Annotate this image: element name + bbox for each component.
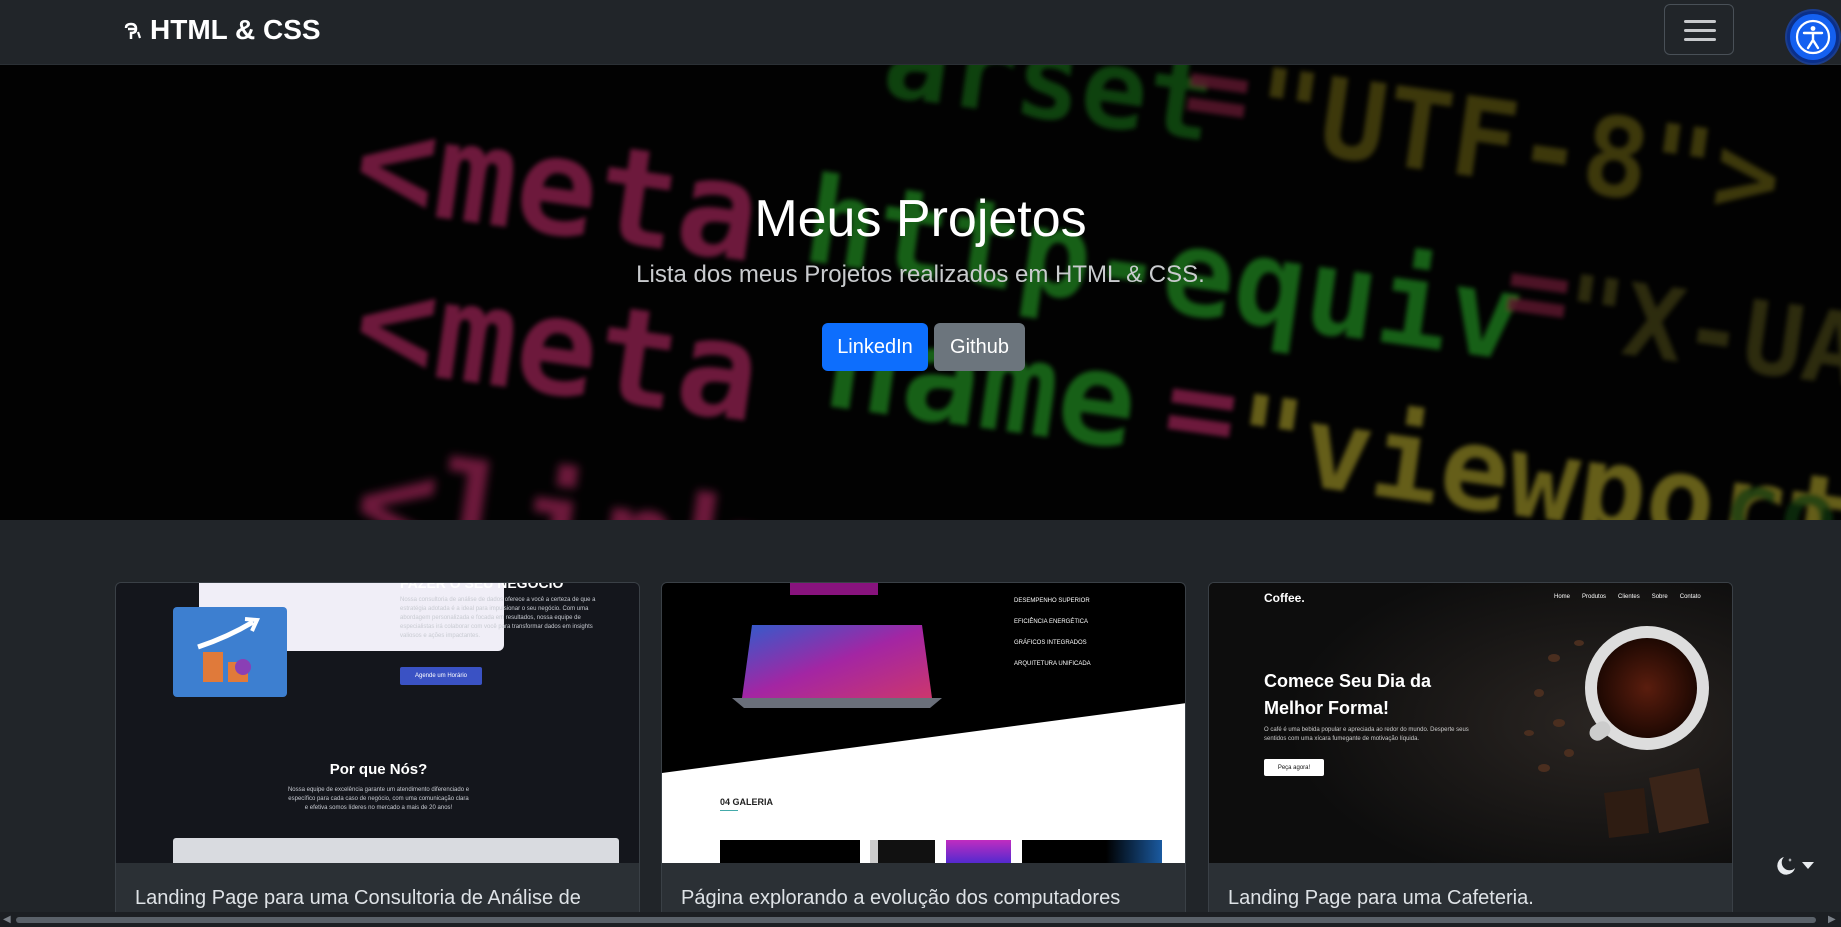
thumb-coffee-text: O café é uma bebida popular e apreciada … — [1264, 727, 1469, 742]
thumb-gallery-underline — [720, 810, 738, 811]
project-card[interactable]: FAZER O SEU NEGÓCIO Nossa consultoria de… — [115, 582, 640, 922]
accessibility-button[interactable] — [1787, 11, 1839, 63]
accessibility-icon — [1795, 19, 1831, 55]
thumb-nav-item: Contato — [1679, 594, 1701, 600]
scrollbar-thumb[interactable] — [16, 917, 1816, 923]
thumb-gallery-image — [870, 840, 935, 863]
thumb-coffee-cta: Peça agora! — [1264, 759, 1324, 776]
menu-icon-bar — [1684, 29, 1716, 32]
thumb-nav-item: Sobre — [1651, 594, 1668, 600]
hero-section: arset = "UTF-8"> <meta http-equiv = "X-U… — [0, 65, 1841, 520]
navbar: HTML & CSS — [0, 0, 1841, 65]
thumb-coffee-scene — [1209, 583, 1732, 863]
scroll-left-arrow-icon[interactable]: ◀ — [3, 914, 11, 925]
project-card[interactable]: DESEMPENHO SUPERIOR EFICIÊNCIA ENERGÉTIC… — [661, 582, 1186, 922]
thumb-feature: ARQUITETURA UNIFICADA — [1014, 661, 1091, 667]
linkedin-button[interactable]: LinkedIn — [822, 323, 928, 371]
thumb-heading-cut: FAZER O SEU NEGÓCIO — [400, 583, 564, 591]
brand-icon — [124, 22, 142, 39]
menu-icon — [1684, 20, 1716, 23]
thumb-why-text: Nossa equipe de excelência garante um at… — [287, 787, 470, 811]
hero-overlay — [0, 65, 1841, 520]
brand-text: HTML & CSS — [150, 14, 321, 45]
thumb-feature-list: DESEMPENHO SUPERIOR EFICIÊNCIA ENERGÉTIC… — [1014, 591, 1091, 675]
thumb-chart-image — [173, 607, 287, 697]
thumb-feature: GRÁFICOS INTEGRADOS — [1014, 640, 1087, 646]
thumb-laptop-scene — [662, 583, 1185, 863]
scroll-right-arrow-icon[interactable]: ▶ — [1828, 914, 1836, 925]
thumb-nav-item: Home — [1554, 594, 1571, 600]
project-card-title: Página explorando a evolução dos computa… — [681, 887, 1121, 909]
project-thumbnail[interactable]: DESEMPENHO SUPERIOR EFICIÊNCIA ENERGÉTIC… — [662, 583, 1185, 863]
thumb-paragraph: Nossa consultoria de análise de dados of… — [400, 597, 596, 639]
chart-arrow-icon — [197, 617, 260, 682]
thumb-feature: DESEMPENHO SUPERIOR — [1014, 598, 1090, 604]
theme-toggle-dropdown[interactable] — [1774, 853, 1814, 879]
project-card[interactable]: Coffee. Home Produtos Clientes Sobre Con… — [1208, 582, 1733, 922]
horizontal-scrollbar[interactable]: ◀ ▶ — [0, 912, 1841, 927]
thumb-schedule-button: Agende um Horário — [400, 667, 482, 685]
thumb-nav-item: Produtos — [1582, 594, 1607, 600]
project-card-title: Landing Page para uma Cafeteria. — [1228, 887, 1534, 909]
projects-section: FAZER O SEU NEGÓCIO Nossa consultoria de… — [0, 520, 1841, 922]
thumb-gallery-image — [946, 840, 1011, 863]
thumb-why-title: Por que Nós? — [329, 761, 428, 778]
brand-link[interactable]: HTML & CSS — [122, 14, 321, 46]
thumb-gallery-image — [720, 840, 860, 863]
thumb-coffee-logo: Coffee. — [1264, 591, 1305, 605]
github-button[interactable]: Github — [934, 323, 1025, 371]
project-card-title: Landing Page para uma Consultoria de Aná… — [135, 887, 581, 909]
project-thumbnail[interactable]: FAZER O SEU NEGÓCIO Nossa consultoria de… — [116, 583, 639, 863]
moon-stars-icon — [1777, 857, 1795, 875]
thumb-feature: EFICIÊNCIA ENERGÉTICA — [1014, 619, 1089, 625]
thumb-coffee-nav: Home Produtos Clientes Sobre Contato — [1554, 594, 1701, 600]
thumb-bottom-image — [173, 838, 619, 863]
thumb-coffee-headline: Comece Seu Dia da Melhor Forma! — [1264, 671, 1432, 718]
thumb-nav-item: Clientes — [1618, 594, 1640, 600]
hero-subtitle: Lista dos meus Projetos realizados em HT… — [636, 261, 1205, 288]
caret-down-icon — [1802, 862, 1814, 869]
menu-icon-bar — [1684, 38, 1716, 41]
thumb-gallery-image — [1022, 840, 1162, 863]
project-thumbnail[interactable]: Coffee. Home Produtos Clientes Sobre Con… — [1209, 583, 1732, 863]
navbar-toggler-button[interactable] — [1664, 4, 1734, 55]
hero-title: Meus Projetos — [754, 190, 1087, 248]
thumb-gallery-label: 04 GALERIA — [720, 797, 774, 807]
